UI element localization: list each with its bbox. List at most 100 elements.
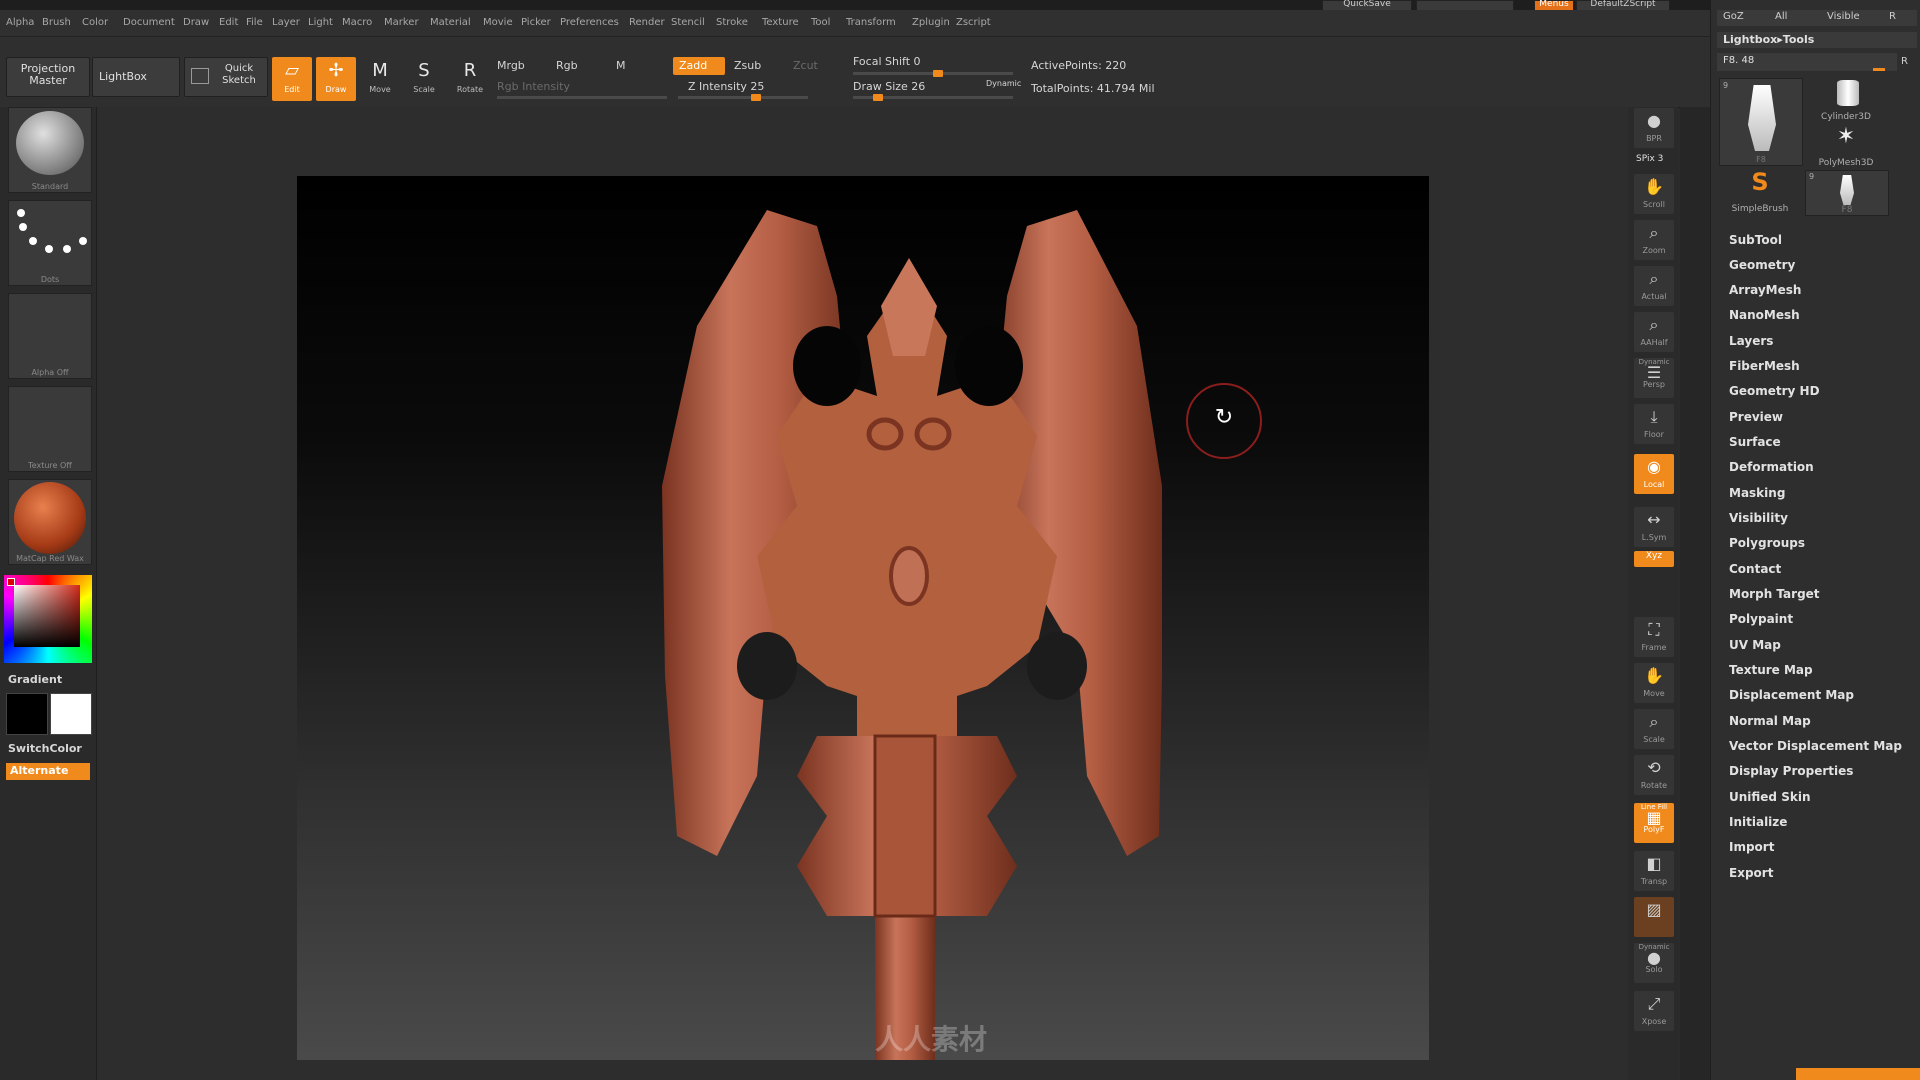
tool-r-button[interactable]: R [1901,56,1908,67]
quick-sketch-button[interactable]: Quick Sketch [184,57,268,97]
dynamic-button[interactable]: Dynamic [986,79,1021,88]
lsym-button[interactable]: ↔ L.Sym [1634,507,1674,547]
visible-button[interactable]: Visible [1827,11,1860,22]
menu-document[interactable]: Document [123,17,175,28]
alpha-selector[interactable]: Alpha Off [8,293,92,379]
menu-contact[interactable]: Contact [1729,562,1781,576]
goz-button[interactable]: GoZ [1723,11,1744,22]
zcut-button[interactable]: Zcut [793,59,818,72]
draw-size-knob[interactable] [873,94,883,101]
menu-polygroups[interactable]: Polygroups [1729,536,1805,550]
move-button[interactable]: M Move [360,57,400,101]
menu-morph-target[interactable]: Morph Target [1729,587,1820,601]
gradient-button[interactable]: Gradient [8,673,62,686]
floor-button[interactable]: ⤓ Floor [1634,404,1674,444]
menu-layers[interactable]: Layers [1729,334,1773,348]
rgb-intensity-track[interactable] [497,96,667,99]
menu-display-properties[interactable]: Display Properties [1729,764,1853,778]
tool-tile-simplebrush[interactable]: S SimpleBrush [1719,168,1801,214]
menu-geometry-hd[interactable]: Geometry HD [1729,384,1820,398]
menu-subtool[interactable]: SubTool [1729,233,1782,247]
color-picker[interactable] [4,575,92,663]
projection-master-button[interactable]: Projection Master [6,57,90,97]
mrgb-button[interactable]: Mrgb [497,59,525,72]
color-picker-square[interactable] [14,585,80,647]
actual-button[interactable]: ⌕ Actual [1634,266,1674,306]
menu-masking[interactable]: Masking [1729,486,1785,500]
menu-material[interactable]: Material [430,17,471,28]
persp-button[interactable]: Dynamic ☰ Persp [1634,358,1674,398]
menu-light[interactable]: Light [308,17,333,28]
move-view-button[interactable]: ✋ Move [1634,663,1674,703]
menu-picker[interactable]: Picker [521,17,551,28]
menu-vector-displacement-map[interactable]: Vector Displacement Map [1729,739,1902,753]
menu-texture[interactable]: Texture [762,17,799,28]
menu-edit[interactable]: Edit [219,17,238,28]
menu-marker[interactable]: Marker [384,17,419,28]
draw-size-slider[interactable]: Draw Size 26 [853,80,925,93]
tool-name-slider[interactable]: F8. 48 [1717,53,1897,71]
menu-unified-skin[interactable]: Unified Skin [1729,790,1810,804]
menu-normal-map[interactable]: Normal Map [1729,714,1811,728]
tool-tile-polymesh3d[interactable]: ✶ PolyMesh3D [1805,124,1887,168]
main-color-swatch[interactable] [50,693,92,735]
menu-initialize[interactable]: Initialize [1729,815,1787,829]
menu-file[interactable]: File [246,17,263,28]
menu-stencil[interactable]: Stencil [671,17,705,28]
focal-shift-slider[interactable]: Focal Shift 0 [853,55,921,68]
focal-shift-knob[interactable] [933,70,943,77]
zsub-button[interactable]: Zsub [734,59,761,72]
focal-shift-track[interactable] [853,70,1013,77]
scale-view-button[interactable]: ⌕ Scale [1634,709,1674,749]
m-button[interactable]: M [616,59,626,72]
menu-texture-map[interactable]: Texture Map [1729,663,1813,677]
frame-button[interactable]: ⛶ Frame [1634,617,1674,657]
document-viewport[interactable]: 人人素材 [297,176,1429,1060]
menu-color[interactable]: Color [82,17,108,28]
menu-arraymesh[interactable]: ArrayMesh [1729,283,1801,297]
aahalf-button[interactable]: ⌕ AAHalf [1634,312,1674,352]
rgb-intensity-slider[interactable]: Rgb Intensity [497,80,570,93]
menu-render[interactable]: Render [629,17,665,28]
menu-polypaint[interactable]: Polypaint [1729,612,1793,626]
draw-button[interactable]: ✢ Draw [316,57,356,101]
zadd-button[interactable]: Zadd [673,57,725,75]
zoom-button[interactable]: ⌕ Zoom [1634,220,1674,260]
xyz-button[interactable]: Xyz [1634,551,1674,567]
menu-import[interactable]: Import [1729,840,1774,854]
menu-zscript[interactable]: Zscript [956,17,991,28]
draw-size-track[interactable] [853,94,1013,101]
menu-brush[interactable]: Brush [42,17,71,28]
xpose-button[interactable]: ⤢ Xpose [1634,991,1674,1031]
menu-nanomesh[interactable]: NanoMesh [1729,308,1800,322]
menu-zplugin[interactable]: Zplugin [912,17,950,28]
menu-draw[interactable]: Draw [183,17,209,28]
spix-slider[interactable]: SPix 3 [1636,154,1663,164]
ghost-button[interactable]: ▨ [1634,897,1674,937]
menu-alpha[interactable]: Alpha [6,17,34,28]
rgb-button[interactable]: Rgb [556,59,578,72]
edit-button[interactable]: ▱ Edit [272,57,312,101]
menu-export[interactable]: Export [1729,866,1773,880]
bpr-button[interactable]: ● BPR [1634,108,1674,148]
menu-surface[interactable]: Surface [1729,435,1781,449]
polyf-button[interactable]: Line Fill ▦ PolyF [1634,803,1674,843]
menu-preferences[interactable]: Preferences [560,17,619,28]
menu-geometry[interactable]: Geometry [1729,258,1795,272]
scroll-button[interactable]: ✋ Scroll [1634,174,1674,214]
menu-movie[interactable]: Movie [483,17,513,28]
menu-preview[interactable]: Preview [1729,410,1783,424]
switchcolor-button[interactable]: SwitchColor [8,742,82,755]
tool-tile-f8[interactable]: 9 F8 [1719,78,1803,166]
axe-model[interactable] [297,176,1429,1060]
menu-displacement-map[interactable]: Displacement Map [1729,688,1854,702]
rotate-button[interactable]: R Rotate [450,57,490,101]
local-button[interactable]: ◉ Local [1634,454,1674,494]
z-intensity-track[interactable] [678,94,808,101]
goz-r-button[interactable]: R [1889,11,1896,22]
rotate-view-button[interactable]: ⟲ Rotate [1634,755,1674,795]
scale-button[interactable]: S Scale [404,57,444,101]
transp-button[interactable]: ◧ Transp [1634,851,1674,891]
texture-selector[interactable]: Texture Off [8,386,92,472]
tool-tile-f8-copy[interactable]: 9 F8 [1805,170,1889,216]
